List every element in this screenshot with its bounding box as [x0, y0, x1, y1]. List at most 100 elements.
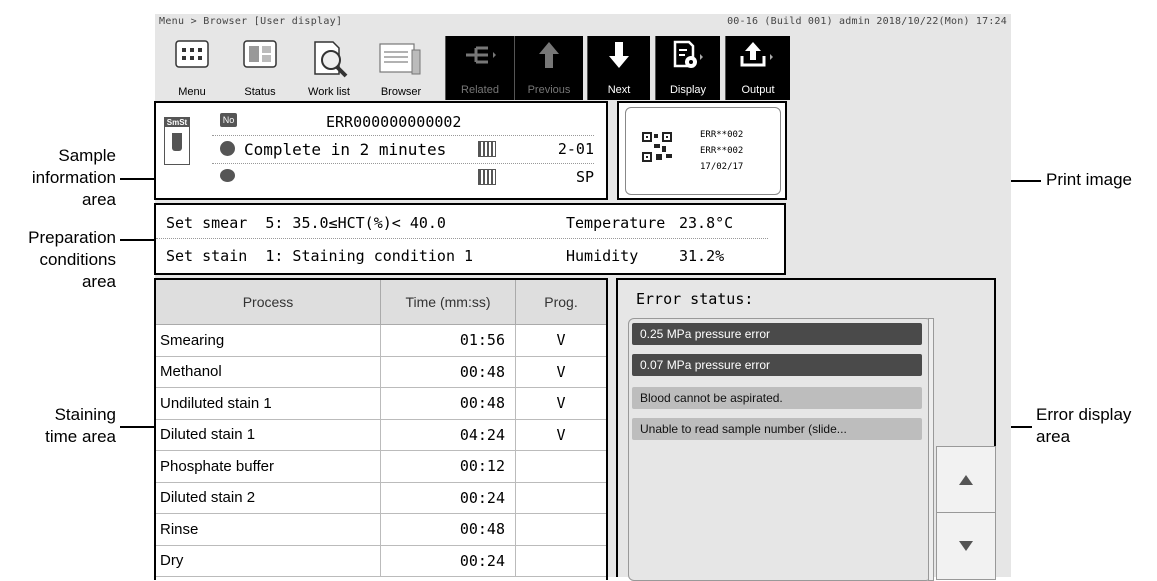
stain-setting: Set stain 1: Staining condition 1 [166, 247, 474, 265]
previous-label: Previous [527, 84, 571, 96]
scroll-up-button[interactable] [936, 446, 996, 514]
process-time: 00:24 [380, 544, 516, 577]
process-name: Smearing [155, 324, 381, 357]
related-icon [466, 46, 496, 64]
number-icon: No [220, 113, 237, 127]
column-header-progress: Prog. [515, 279, 607, 325]
column-header-time: Time (mm:ss) [380, 279, 516, 325]
table-row: Rinse 00:48 [155, 513, 607, 546]
next-button[interactable]: Next [587, 36, 650, 100]
error-item[interactable]: Unable to read sample number (slide... [632, 418, 922, 440]
sample-type-badge: SmSt [164, 117, 190, 165]
next-label: Next [607, 84, 631, 96]
process-name: Diluted stain 2 [155, 481, 381, 514]
process-time: 01:56 [380, 324, 516, 357]
output-button[interactable]: Output [725, 36, 790, 100]
process-progress [515, 544, 607, 577]
scroll-down-button[interactable] [936, 512, 996, 580]
rack-icon [478, 141, 496, 157]
process-name: Methanol [155, 355, 381, 388]
related-button[interactable]: Related [445, 36, 514, 100]
column-header-process: Process [155, 279, 381, 325]
table-row: Diluted stain 1 04:24 V [155, 418, 607, 451]
table-header-row: Process Time (mm:ss) Prog. [155, 279, 607, 325]
qr-code-icon [642, 132, 672, 162]
completion-text: Complete in 2 minutes [244, 140, 447, 159]
process-time: 00:24 [380, 481, 516, 514]
sample-number-row: No ERR000000000002 [212, 111, 594, 136]
process-name: Rinse [155, 513, 381, 546]
down-arrow-icon [609, 42, 629, 68]
table-row: Smearing 01:56 V [155, 324, 607, 357]
comment-row: SP [212, 165, 594, 191]
callout-error-display: Error display area [1036, 405, 1132, 446]
status-line: 00-16 (Build 001) admin 2018/10/22(Mon) … [727, 16, 1007, 27]
process-name: Phosphate buffer [155, 450, 381, 483]
process-progress [515, 513, 607, 546]
rack-icon [478, 169, 496, 185]
process-time: 00:48 [380, 513, 516, 546]
status-button[interactable]: Status [235, 36, 285, 100]
process-time: 00:48 [380, 355, 516, 388]
sample-information-area: SmSt No ERR000000000002 Complete in 2 mi… [154, 101, 608, 200]
humidity-value: 31.2% [679, 247, 725, 265]
comment-icon [220, 169, 235, 182]
process-name: Diluted stain 1 [155, 418, 381, 451]
callout-line [1011, 180, 1041, 182]
callout-staining-time: Staining time area [45, 405, 116, 446]
status-label: Status [244, 86, 276, 98]
temperature-value: 23.8°C [679, 214, 734, 232]
tube-icon [172, 133, 182, 151]
error-list-scrollbar[interactable] [928, 318, 934, 581]
output-label: Output [741, 84, 775, 96]
preparation-conditions-area: Set smear 5: 35.0≤HCT(%)< 40.0 Temperatu… [154, 203, 786, 275]
staining-time-table: Process Time (mm:ss) Prog. Smearing 01:56… [155, 279, 607, 577]
triangle-up-icon [959, 475, 973, 485]
error-status-title: Error status: [636, 290, 754, 308]
error-item[interactable]: 0.07 MPa pressure error [632, 354, 922, 376]
menu-button[interactable]: Menu [167, 36, 217, 100]
triangle-down-icon [959, 541, 973, 551]
worklist-label: Work list [308, 86, 350, 98]
worklist-button[interactable]: Work list [301, 36, 357, 100]
process-name: Undiluted stain 1 [155, 387, 381, 420]
table-row: Undiluted stain 1 00:48 V [155, 387, 607, 420]
stain-row: Set stain 1: Staining condition 1 Humidi… [156, 239, 768, 272]
print-line-1: ERR**002 [700, 130, 744, 140]
rack-type: SP [575, 168, 594, 186]
menu-icon [175, 40, 209, 68]
print-line-2: ERR**002 [700, 146, 744, 156]
previous-button[interactable]: Previous [514, 36, 583, 100]
browser-button[interactable]: Browser [373, 36, 429, 100]
status-icon [243, 40, 277, 68]
slide-label: ERR**002 ERR**002 17/02/17 [625, 107, 781, 195]
callout-preparation: Preparation conditions area [28, 228, 116, 291]
callout-print-image: Print image [1046, 170, 1132, 189]
callout-line [120, 426, 155, 428]
process-time: 04:24 [380, 418, 516, 451]
callout-sample-info: Sample information area [31, 146, 116, 209]
worklist-icon [314, 41, 348, 78]
display-button[interactable]: Display [655, 36, 720, 100]
breadcrumb: Menu > Browser [User display] [159, 16, 343, 27]
process-progress: V [515, 355, 607, 388]
clock-icon [220, 141, 235, 156]
process-name: Dry [155, 544, 381, 577]
badge-label: SmSt [165, 118, 189, 127]
smear-setting: Set smear 5: 35.0≤HCT(%)< 40.0 [166, 214, 446, 232]
print-line-3: 17/02/17 [700, 162, 744, 172]
error-item[interactable]: 0.25 MPa pressure error [632, 323, 922, 345]
browser-icon [379, 43, 421, 75]
humidity-label: Humidity [566, 247, 639, 265]
error-item[interactable]: Blood cannot be aspirated. [632, 387, 922, 409]
process-time: 00:12 [380, 450, 516, 483]
browser-label: Browser [380, 86, 422, 98]
sample-number: ERR000000000002 [326, 113, 462, 131]
rack-position: 2-01 [557, 140, 594, 158]
table-row: Phosphate buffer 00:12 [155, 450, 607, 483]
table-row: Methanol 00:48 V [155, 355, 607, 388]
print-image-area: ERR**002 ERR**002 17/02/17 [617, 101, 787, 200]
callout-line [120, 178, 155, 180]
upload-icon [740, 42, 773, 67]
process-progress [515, 450, 607, 483]
